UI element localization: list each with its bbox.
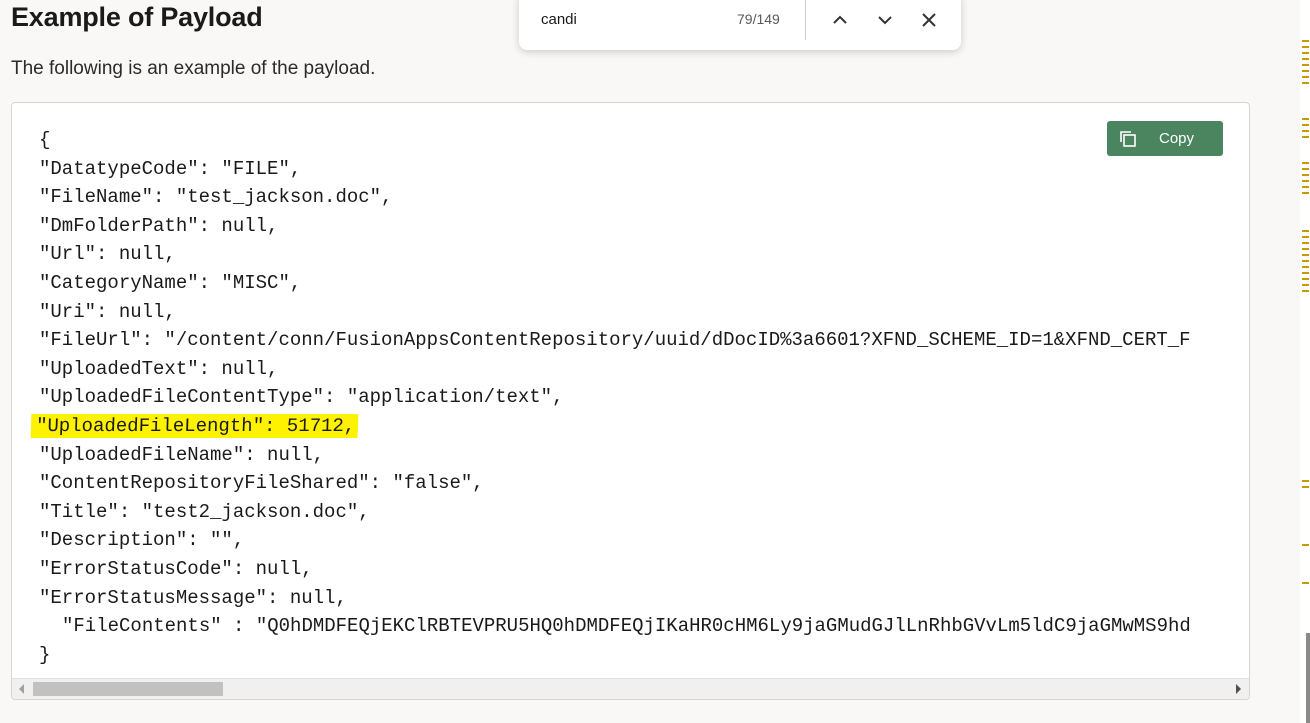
match-marker (1302, 236, 1309, 238)
code-text: "FileName": "test_jackson.doc", (39, 186, 393, 209)
match-marker (1302, 162, 1309, 164)
page-scroll-thumb[interactable] (1306, 633, 1310, 723)
match-marker (1302, 70, 1309, 72)
code-line: "FileContents" : "Q0hDMDFEQjEKClRBTEVPRU… (12, 612, 1249, 641)
find-bar: 79/149 (519, 0, 961, 50)
code-text: "ErrorStatusMessage": null, (39, 586, 347, 609)
code-line: "ContentRepositoryFileShared": "false", (12, 469, 1249, 498)
match-marker (1302, 168, 1309, 170)
page-scrollbar[interactable] (1300, 0, 1310, 723)
match-marker (1302, 230, 1309, 232)
code-text: "Description": "", (39, 529, 245, 552)
match-marker (1302, 52, 1309, 54)
match-marker (1302, 40, 1309, 42)
code-line: "Title": "test2_jackson.doc", (12, 498, 1249, 527)
code-text: "Uri": null, (39, 300, 176, 323)
match-marker (1302, 486, 1309, 488)
chevron-up-icon[interactable] (830, 10, 850, 30)
copy-button-label: Copy (1159, 130, 1195, 147)
code-line: { (12, 126, 1249, 155)
match-marker (1302, 480, 1309, 482)
code-line: "FileName": "test_jackson.doc", (12, 183, 1249, 212)
match-marker (1302, 46, 1309, 48)
copy-icon (1120, 130, 1136, 147)
code-line: "ErrorStatusMessage": null, (12, 584, 1249, 613)
find-match-count: 79/149 (737, 11, 780, 27)
match-marker (1302, 254, 1309, 256)
match-marker (1302, 186, 1309, 188)
code-line: "FileUrl": "/content/conn/FusionAppsCont… (12, 326, 1249, 355)
code-lines: { "DatatypeCode": "FILE", "FileName": "tes… (12, 126, 1249, 669)
highlighted-match: "UploadedFileLength": 51712, (30, 413, 359, 438)
match-marker (1302, 64, 1309, 66)
code-text: "Title": "test2_jackson.doc", (39, 500, 370, 523)
code-text: "UploadedFileContentType": "application/… (39, 386, 564, 409)
scroll-right-arrow-icon[interactable] (1236, 684, 1241, 694)
chevron-down-icon[interactable] (875, 10, 895, 30)
match-marker (1302, 124, 1309, 126)
page-title: Example of Payload (11, 2, 263, 32)
match-marker (1302, 290, 1309, 292)
code-text: { (39, 129, 51, 151)
code-line: "ErrorStatusCode": null, (12, 555, 1249, 584)
match-marker (1302, 582, 1309, 584)
match-marker (1302, 278, 1309, 280)
copy-button[interactable]: Copy (1107, 121, 1223, 156)
match-marker (1302, 174, 1309, 176)
match-marker (1302, 544, 1309, 546)
code-text: "UploadedText": null, (39, 357, 279, 380)
find-divider (805, 0, 806, 40)
code-text: "ErrorStatusCode": null, (39, 557, 313, 580)
code-text: "Url": null, (39, 243, 176, 266)
horizontal-scrollbar[interactable] (12, 678, 1249, 699)
match-marker (1302, 192, 1309, 194)
match-marker (1302, 260, 1309, 262)
code-text: "ContentRepositoryFileShared": "false", (39, 472, 484, 495)
match-marker (1302, 272, 1309, 274)
code-line: "Url": null, (12, 240, 1249, 269)
match-marker (1302, 76, 1309, 78)
close-icon[interactable] (919, 10, 939, 30)
code-text: "UploadedFileName": null, (39, 443, 325, 466)
code-text: "DatatypeCode": "FILE", (39, 157, 302, 180)
code-line: } (12, 641, 1249, 670)
match-marker (1302, 58, 1309, 60)
code-text: "CategoryName": "MISC", (39, 271, 302, 294)
match-marker (1302, 266, 1309, 268)
match-marker (1302, 284, 1309, 286)
code-line: "UploadedFileName": null, (12, 441, 1249, 470)
code-line: "UploadedFileContentType": "application/… (12, 383, 1249, 412)
match-marker (1302, 180, 1309, 182)
match-marker (1302, 242, 1309, 244)
code-line: "Description": "", (12, 526, 1249, 555)
code-line: "Uri": null, (12, 298, 1249, 327)
code-text: "FileContents" : "Q0hDMDFEQjEKClRBTEVPRU… (62, 615, 1191, 638)
code-text: "FileUrl": "/content/conn/FusionAppsCont… (39, 329, 1191, 352)
match-marker (1302, 82, 1309, 84)
code-block: { "DatatypeCode": "FILE", "FileName": "tes… (11, 102, 1250, 700)
scroll-thumb[interactable] (33, 682, 223, 696)
match-marker (1302, 118, 1309, 120)
code-text: "DmFolderPath": null, (39, 214, 279, 237)
code-line: "CategoryName": "MISC", (12, 269, 1249, 298)
code-line: "DmFolderPath": null, (12, 212, 1249, 241)
code-line: "DatatypeCode": "FILE", (12, 155, 1249, 184)
find-input[interactable] (539, 10, 723, 29)
code-line: "UploadedFileLength": 51712, (12, 412, 1249, 441)
code-line: "UploadedText": null, (12, 355, 1249, 384)
match-marker (1302, 248, 1309, 250)
match-marker (1302, 136, 1309, 138)
scroll-left-arrow-icon[interactable] (19, 684, 24, 694)
code-text: } (39, 643, 51, 666)
intro-text: The following is an example of the paylo… (11, 58, 376, 79)
match-marker (1302, 130, 1309, 132)
